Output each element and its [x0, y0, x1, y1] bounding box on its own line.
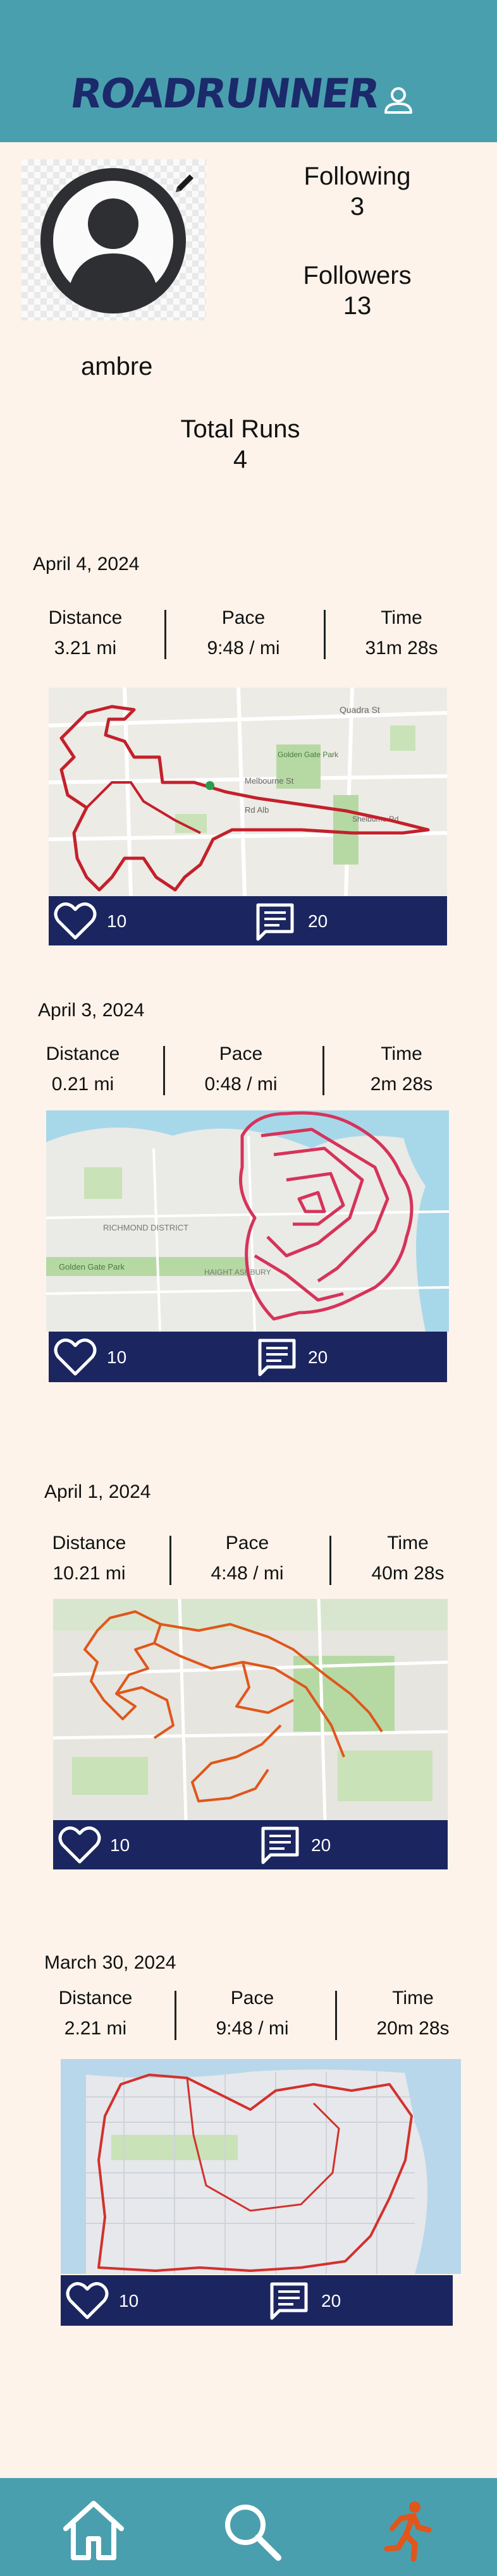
distance-label: Distance [48, 607, 123, 628]
divider [335, 1991, 337, 2040]
app-logo: ROADRUNNER [67, 71, 382, 118]
followers-count: 13 [343, 292, 372, 320]
comment-icon[interactable] [268, 2280, 310, 2322]
like-count: 10 [107, 911, 127, 931]
comment-count: 20 [308, 1347, 328, 1367]
map-label: Melbourne St [245, 776, 294, 786]
comment-count: 20 [321, 2291, 341, 2311]
pace-metric: Pace 4:48 / mi [200, 1528, 295, 1589]
distance-value: 10.21 mi [52, 1563, 126, 1584]
total-runs-stat: Total Runs 4 [152, 414, 329, 475]
total-runs-label: Total Runs [180, 415, 300, 443]
divider [175, 1991, 176, 2040]
distance-value: 3.21 mi [54, 638, 117, 659]
distance-metric: Distance 10.21 mi [42, 1528, 137, 1589]
distance-label: Distance [58, 1988, 133, 2008]
pace-value: 9:48 / mi [207, 638, 280, 659]
like-count: 10 [110, 1835, 130, 1855]
route-map[interactable]: Quadra St Golden Gate Park Melbourne St … [49, 688, 447, 896]
pace-label: Pace [221, 607, 266, 628]
run-actions-bar: 10 20 [49, 896, 447, 945]
username: ambre [81, 353, 153, 380]
pace-metric: Pace 9:48 / mi [205, 1983, 300, 2044]
like-count: 10 [119, 2291, 139, 2311]
person-icon[interactable] [379, 82, 417, 120]
time-metric: Time 40m 28s [360, 1528, 455, 1589]
time-metric: Time 31m 28s [354, 603, 449, 664]
pace-value: 9:48 / mi [216, 2018, 289, 2039]
time-value: 2m 28s [370, 1074, 433, 1095]
comment-icon[interactable] [254, 901, 296, 943]
avatar-icon [40, 168, 186, 313]
time-label: Time [387, 1533, 429, 1553]
distance-value: 0.21 mi [51, 1074, 114, 1095]
map-label: Rd Alb [245, 805, 269, 815]
like-count: 10 [107, 1347, 127, 1367]
time-value: 40m 28s [371, 1563, 445, 1584]
divider [169, 1536, 171, 1585]
map-label: Golden Gate Park [59, 1262, 125, 1272]
comment-count: 20 [308, 911, 328, 931]
comment-icon[interactable] [259, 1825, 301, 1866]
divider [164, 610, 166, 659]
pace-value: 0:48 / mi [204, 1074, 278, 1095]
pace-value: 4:48 / mi [211, 1563, 284, 1584]
pace-metric: Pace 0:48 / mi [193, 1039, 288, 1100]
bottom-nav [0, 2478, 497, 2576]
distance-value: 2.21 mi [64, 2018, 127, 2039]
divider [329, 1536, 331, 1585]
heart-icon[interactable] [53, 1336, 97, 1378]
run-date: April 1, 2024 [44, 1481, 151, 1502]
divider [324, 610, 326, 659]
run-actions-bar: 10 20 [53, 1820, 448, 1869]
followers-label: Followers [303, 262, 412, 289]
divider [322, 1046, 324, 1095]
route-map[interactable] [61, 2059, 461, 2274]
time-value: 20m 28s [376, 2018, 450, 2039]
time-label: Time [381, 1043, 422, 1064]
run-actions-bar: 10 20 [49, 1332, 447, 1382]
heart-icon[interactable] [58, 1824, 102, 1866]
time-metric: Time 2m 28s [354, 1039, 449, 1100]
map-label: Quadra St [340, 705, 380, 715]
time-label: Time [381, 607, 422, 628]
pace-label: Pace [230, 1988, 274, 2008]
distance-label: Distance [46, 1043, 120, 1064]
following-label: Following [304, 162, 411, 190]
total-runs-count: 4 [233, 446, 248, 473]
distance-metric: Distance 0.21 mi [35, 1039, 130, 1100]
run-date: March 30, 2024 [44, 1952, 176, 1973]
following-stat[interactable]: Following 3 [278, 161, 436, 222]
home-icon[interactable] [61, 2498, 126, 2561]
following-count: 3 [350, 193, 365, 221]
heart-icon[interactable] [53, 900, 97, 942]
run-actions-bar: 10 20 [61, 2275, 453, 2326]
time-metric: Time 20m 28s [365, 1983, 460, 2044]
map-label: HAIGHT ASHBURY [204, 1268, 271, 1277]
run-date: April 3, 2024 [38, 1000, 145, 1021]
heart-icon[interactable] [65, 2280, 109, 2321]
pencil-icon[interactable] [171, 169, 199, 197]
map-label: RICHMOND DISTRICT [103, 1223, 188, 1232]
time-label: Time [392, 1988, 434, 2008]
distance-label: Distance [52, 1533, 126, 1553]
distance-metric: Distance 3.21 mi [38, 603, 133, 664]
distance-metric: Distance 2.21 mi [48, 1983, 143, 2044]
run-date: April 4, 2024 [33, 554, 140, 574]
comment-icon[interactable] [256, 1337, 298, 1378]
comment-count: 20 [311, 1835, 331, 1855]
map-label: Golden Gate Park [278, 750, 339, 759]
pace-label: Pace [219, 1043, 263, 1064]
time-value: 31m 28s [365, 638, 438, 659]
route-map[interactable]: RICHMOND DISTRICT Golden Gate Park HAIGH… [46, 1110, 449, 1332]
pace-label: Pace [225, 1533, 269, 1553]
followers-stat[interactable]: Followers 13 [278, 260, 436, 321]
pace-metric: Pace 9:48 / mi [196, 603, 291, 664]
divider [163, 1046, 165, 1095]
top-bar: ROADRUNNER [0, 0, 497, 142]
runner-icon[interactable] [382, 2500, 435, 2563]
search-icon[interactable] [221, 2501, 282, 2561]
route-map[interactable] [53, 1599, 448, 1820]
